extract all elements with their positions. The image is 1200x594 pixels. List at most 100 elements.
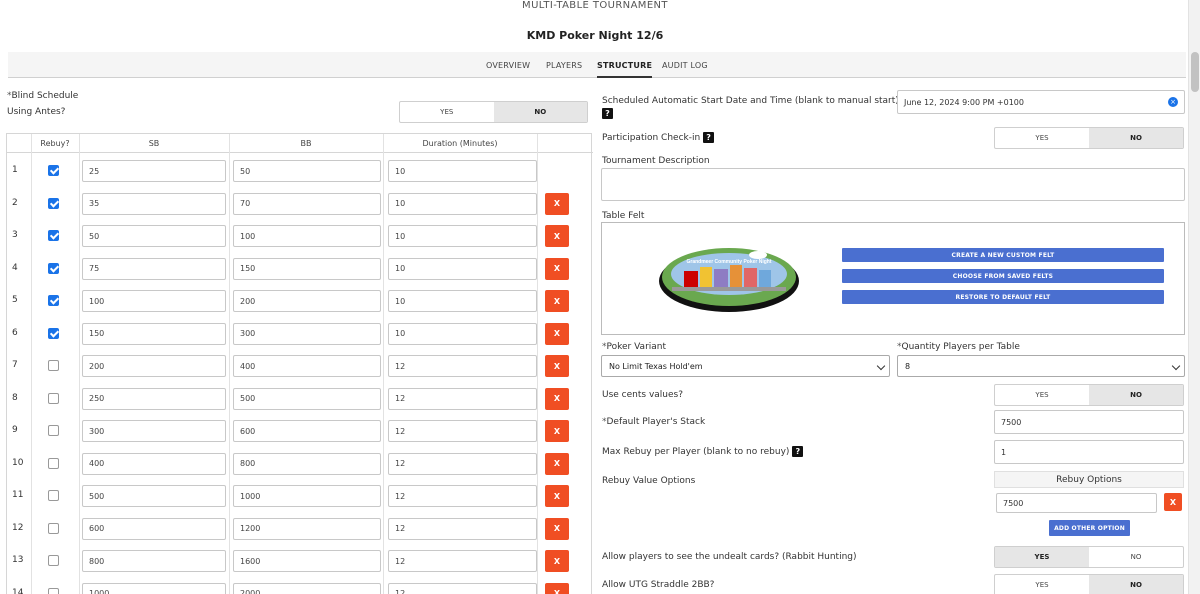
player-stack-input[interactable]: 7500 [994, 410, 1184, 434]
sb-input[interactable]: 1000 [82, 582, 226, 594]
checkin-yes-option[interactable]: YES [995, 128, 1089, 148]
remove-level-button[interactable]: X [545, 485, 569, 507]
antes-toggle[interactable]: YES NO [399, 101, 588, 123]
rebuy-checkbox[interactable] [48, 327, 59, 339]
checkin-toggle[interactable]: YES NO [994, 127, 1184, 149]
page-scrollbar[interactable] [1188, 0, 1200, 594]
rebuy-checkbox[interactable] [48, 165, 59, 176]
scrollbar-thumb[interactable] [1191, 52, 1199, 92]
rebuy-checkbox[interactable] [48, 490, 59, 501]
straddle-no-option[interactable]: NO [1089, 575, 1183, 594]
sb-input[interactable]: 800 [82, 550, 226, 572]
rebuy-checkbox[interactable] [48, 295, 59, 306]
cents-toggle[interactable]: YES NO [994, 384, 1184, 406]
remove-level-button[interactable]: X [545, 452, 569, 475]
bb-input[interactable]: 70 [233, 192, 381, 215]
remove-level-button[interactable]: X [545, 290, 569, 312]
cents-no-option[interactable]: NO [1089, 385, 1183, 405]
create-felt-button[interactable]: CREATE A NEW CUSTOM FELT [842, 248, 1164, 262]
sb-input[interactable]: 25 [82, 160, 226, 182]
sb-input[interactable]: 35 [82, 192, 226, 215]
bb-input[interactable]: 1200 [233, 517, 381, 540]
tab-structure[interactable]: STRUCTURE [597, 61, 653, 78]
bb-input[interactable]: 200 [233, 290, 381, 312]
sb-input[interactable]: 500 [82, 485, 226, 507]
duration-input[interactable]: 12 [388, 485, 537, 507]
duration-input[interactable]: 12 [388, 387, 537, 410]
duration-input[interactable]: 12 [388, 452, 537, 475]
duration-input[interactable]: 10 [388, 225, 537, 247]
poker-variant-select[interactable]: No Limit Texas Hold'em [601, 355, 890, 377]
sb-input[interactable]: 600 [82, 517, 226, 540]
remove-level-button[interactable]: X [545, 257, 569, 280]
bb-input[interactable]: 1600 [233, 550, 381, 572]
duration-input[interactable]: 12 [388, 550, 537, 572]
bb-input[interactable]: 300 [233, 322, 381, 345]
sb-input[interactable]: 50 [82, 225, 226, 247]
antes-yes-option[interactable]: YES [400, 102, 494, 122]
rabbit-no-option[interactable]: NO [1089, 547, 1183, 567]
rebuy-checkbox[interactable] [48, 587, 59, 594]
description-textarea[interactable] [601, 168, 1185, 201]
rebuy-checkbox[interactable] [48, 425, 59, 436]
bb-input[interactable]: 800 [233, 452, 381, 475]
sb-input[interactable]: 75 [82, 257, 226, 280]
remove-level-button[interactable]: X [545, 582, 569, 594]
help-icon[interactable]: ? [792, 446, 804, 457]
sb-input[interactable]: 250 [82, 387, 226, 410]
rebuy-option-input[interactable]: 7500 [996, 493, 1157, 513]
duration-input[interactable]: 10 [388, 257, 537, 280]
duration-input[interactable]: 12 [388, 582, 537, 594]
remove-level-button[interactable]: X [545, 192, 569, 215]
add-option-button[interactable]: ADD OTHER OPTION [1049, 520, 1130, 536]
duration-input[interactable]: 10 [388, 160, 537, 182]
bb-input[interactable]: 1000 [233, 485, 381, 507]
sb-input[interactable]: 150 [82, 322, 226, 345]
checkin-no-option[interactable]: NO [1089, 128, 1183, 148]
remove-level-button[interactable]: X [545, 517, 569, 540]
restore-felt-button[interactable]: RESTORE TO DEFAULT FELT [842, 290, 1164, 304]
cents-yes-option[interactable]: YES [995, 385, 1089, 405]
remove-level-button[interactable]: X [545, 355, 569, 377]
players-per-table-select[interactable]: 8 [897, 355, 1185, 377]
remove-level-button[interactable]: X [545, 387, 569, 410]
duration-input[interactable]: 12 [388, 420, 537, 442]
choose-felt-button[interactable]: CHOOSE FROM SAVED FELTS [842, 269, 1164, 283]
remove-level-button[interactable]: X [545, 225, 569, 247]
straddle-toggle[interactable]: YES NO [994, 574, 1184, 594]
tab-players[interactable]: PLAYERS [546, 61, 582, 70]
sb-input[interactable]: 400 [82, 452, 226, 475]
rabbit-hunting-toggle[interactable]: YES NO [994, 546, 1184, 568]
bb-input[interactable]: 400 [233, 355, 381, 377]
tab-overview[interactable]: OVERVIEW [486, 61, 530, 70]
sb-input[interactable]: 200 [82, 355, 226, 377]
remove-level-button[interactable]: X [545, 420, 569, 442]
sb-input[interactable]: 100 [82, 290, 226, 312]
bb-input[interactable]: 100 [233, 225, 381, 247]
bb-input[interactable]: 500 [233, 387, 381, 410]
rabbit-yes-option[interactable]: YES [995, 547, 1089, 567]
clear-icon[interactable]: × [1168, 97, 1178, 107]
duration-input[interactable]: 12 [388, 517, 537, 540]
help-icon[interactable]: ? [602, 108, 613, 119]
bb-input[interactable]: 2000 [233, 582, 381, 594]
rebuy-checkbox[interactable] [48, 555, 59, 566]
rebuy-checkbox[interactable] [48, 522, 59, 534]
tab-audit-log[interactable]: AUDIT LOG [662, 61, 708, 70]
remove-level-button[interactable]: X [545, 550, 569, 572]
sb-input[interactable]: 300 [82, 420, 226, 442]
help-icon[interactable]: ? [703, 132, 715, 143]
remove-level-button[interactable]: X [545, 322, 569, 345]
duration-input[interactable]: 10 [388, 290, 537, 312]
duration-input[interactable]: 10 [388, 322, 537, 345]
start-time-input[interactable]: June 12, 2024 9:00 PM +0100 × [897, 90, 1185, 114]
rebuy-checkbox[interactable] [48, 230, 59, 241]
rebuy-checkbox[interactable] [48, 197, 59, 209]
bb-input[interactable]: 50 [233, 160, 381, 182]
rebuy-checkbox[interactable] [48, 262, 59, 274]
duration-input[interactable]: 10 [388, 192, 537, 215]
straddle-yes-option[interactable]: YES [995, 575, 1089, 594]
duration-input[interactable]: 12 [388, 355, 537, 377]
bb-input[interactable]: 150 [233, 257, 381, 280]
rebuy-checkbox[interactable] [48, 457, 59, 469]
